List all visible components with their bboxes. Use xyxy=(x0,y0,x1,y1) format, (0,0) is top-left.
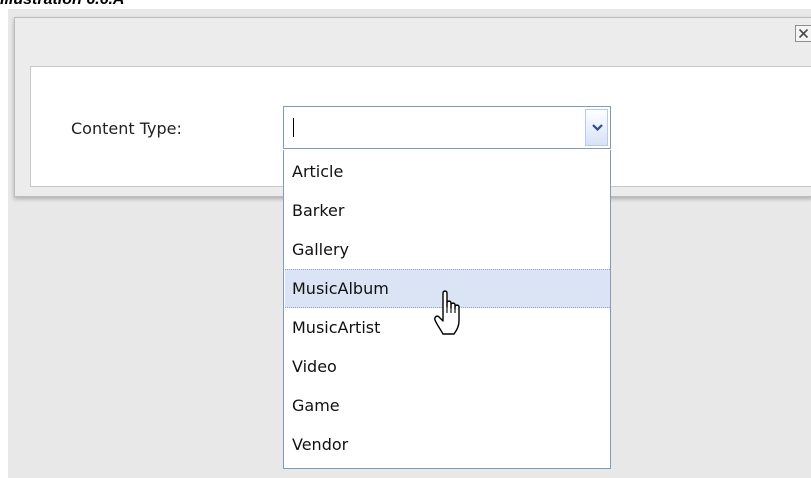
content-type-combobox[interactable] xyxy=(283,106,611,149)
dropdown-toggle-button[interactable] xyxy=(585,109,608,146)
option-barker[interactable]: Barker xyxy=(285,191,610,230)
figure-caption: Illustration 6.6.A xyxy=(0,0,124,9)
content-type-input[interactable] xyxy=(286,109,588,145)
option-gallery[interactable]: Gallery xyxy=(285,230,610,269)
text-caret xyxy=(293,118,294,137)
chevron-down-icon xyxy=(592,124,603,131)
option-game[interactable]: Game xyxy=(285,386,610,425)
close-icon xyxy=(798,28,809,39)
option-video[interactable]: Video xyxy=(285,347,610,386)
hand-pointer-icon xyxy=(434,290,460,335)
close-button[interactable] xyxy=(795,25,811,42)
option-article[interactable]: Article xyxy=(285,152,610,191)
option-vendor[interactable]: Vendor xyxy=(285,425,610,464)
content-type-label: Content Type: xyxy=(71,119,182,138)
